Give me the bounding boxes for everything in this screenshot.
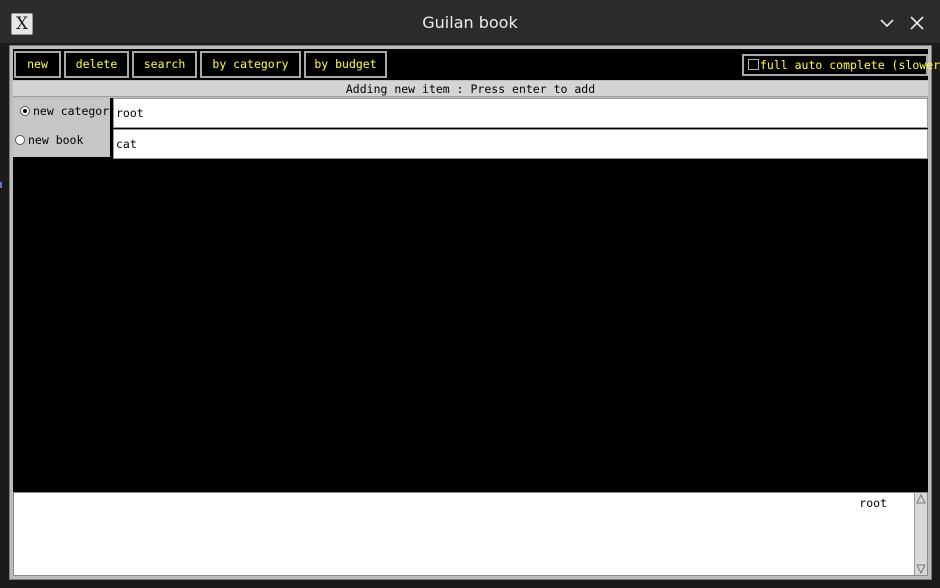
scroll-up-icon[interactable] [916,494,926,504]
by-category-button[interactable]: by category [200,51,301,78]
vertical-scrollbar[interactable] [914,493,927,575]
category-parent-field[interactable] [113,98,928,128]
add-item-form: new category new book [13,98,928,541]
window-title: Guilan book [422,13,518,32]
full-auto-complete-label: full auto complete (slower) [760,58,940,72]
delete-button[interactable]: delete [64,51,129,78]
close-icon [910,16,924,30]
search-button[interactable]: search [132,51,197,78]
output-text: root [859,496,887,510]
category-name-field[interactable] [113,129,928,159]
radio-unselected-icon [15,135,25,145]
client-area: new delete search by category by budget … [9,45,940,580]
new-book-label: new book [28,133,84,147]
title-bar: X Guilan book [0,0,940,44]
close-button[interactable] [908,14,926,32]
new-category-radio[interactable]: new category [20,99,116,123]
category-name-input[interactable] [116,130,927,158]
chevron-down-icon [880,19,894,28]
checkbox-box[interactable] [748,59,759,70]
new-button[interactable]: new [14,51,61,78]
radio-selected-icon [20,106,30,116]
output-panel: root [13,492,928,576]
edge-marker [0,182,3,188]
new-book-radio[interactable]: new book [15,128,83,152]
full-auto-complete-checkbox[interactable]: full auto complete (slower) [742,54,940,76]
minimize-button[interactable] [878,14,896,32]
status-message: Adding new item : Press enter to add [13,81,928,97]
toolbar: new delete search by category by budget … [13,49,940,80]
category-parent-input[interactable] [116,99,927,127]
new-category-label: new category [33,104,117,118]
by-budget-button[interactable]: by budget [304,51,387,78]
item-type-panel: new category new book [13,98,116,157]
scroll-down-icon[interactable] [916,564,926,574]
